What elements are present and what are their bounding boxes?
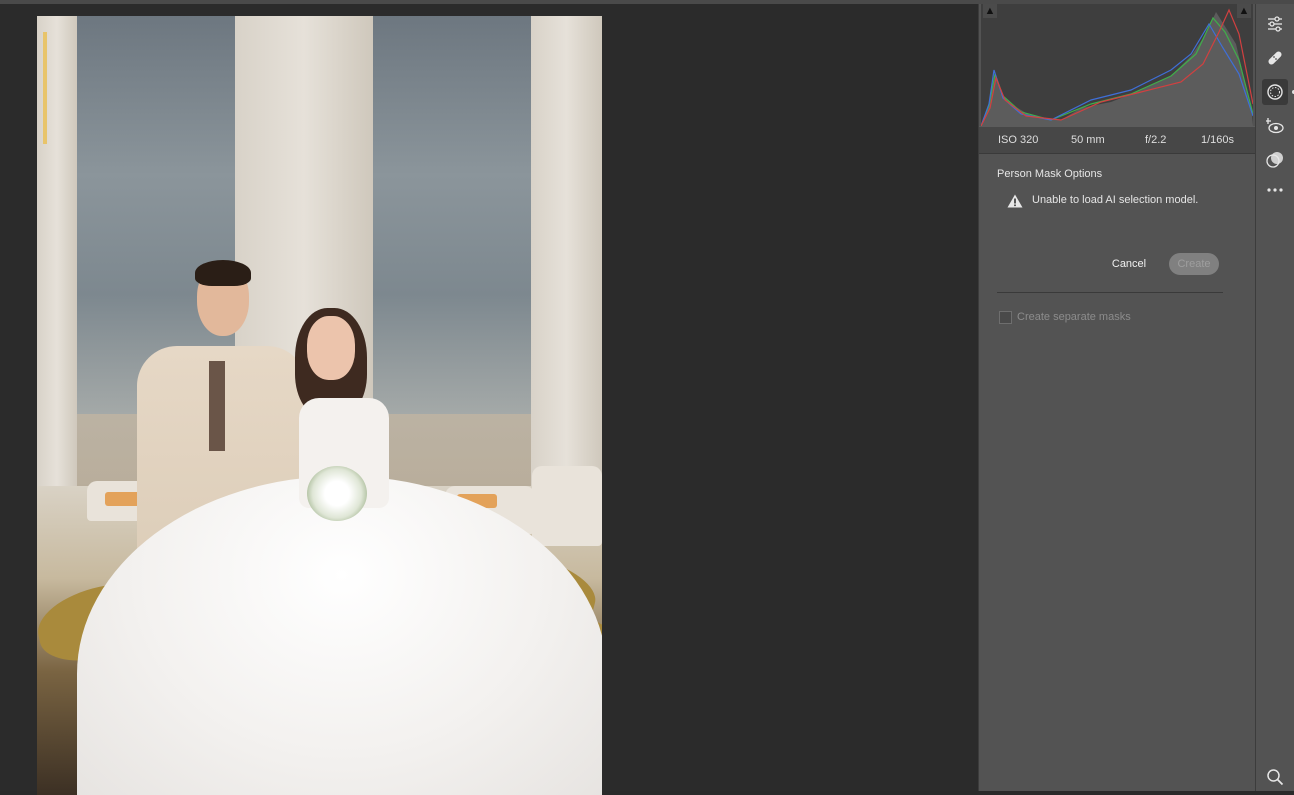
image-canvas[interactable]: [0, 4, 978, 795]
exif-bar: ISO 320 50 mm f/2.2 1/160s: [979, 126, 1255, 154]
more-icon: [1267, 188, 1283, 192]
photo-bride-face: [307, 316, 355, 380]
separate-masks-checkbox[interactable]: [999, 311, 1012, 324]
warning-message: Unable to load AI selection model.: [1032, 194, 1199, 206]
exif-focal-length: 50 mm: [1071, 134, 1105, 146]
edit-icon: [1268, 16, 1282, 32]
histogram-graph: [980, 8, 1254, 127]
red-eye-tool-button[interactable]: [1262, 113, 1288, 139]
exif-shutter: 1/160s: [1201, 134, 1235, 146]
shadow-clipping-icon[interactable]: ▲: [983, 4, 997, 18]
section-title: Person Mask Options: [997, 168, 1103, 180]
presets-tool-button[interactable]: [1262, 147, 1288, 173]
photo-preview[interactable]: [37, 16, 602, 795]
photo-cushion: [105, 492, 141, 506]
red-eye-icon: [1266, 118, 1284, 134]
exif-iso: ISO 320: [998, 134, 1039, 146]
photo-groom-tie: [209, 361, 225, 451]
highlight-clipping-icon[interactable]: ▲: [1237, 4, 1251, 18]
create-button[interactable]: Create: [1169, 253, 1219, 275]
separate-masks-label: Create separate masks: [1017, 311, 1131, 323]
photo-chair: [532, 466, 602, 546]
zoom-tool-button[interactable]: [1262, 764, 1288, 790]
more-tools-button[interactable]: [1262, 177, 1288, 203]
cancel-button[interactable]: Cancel: [1103, 254, 1155, 274]
divider: [997, 292, 1223, 293]
masking-tool-button[interactable]: [1262, 79, 1288, 105]
exif-aperture: f/2.2: [1145, 134, 1167, 146]
warning-icon: [1007, 194, 1023, 208]
photo-groom-hair: [195, 260, 251, 286]
photo-lamp: [43, 32, 47, 144]
photo-wall-panel: [373, 16, 531, 414]
histogram[interactable]: ▲ ▲: [980, 4, 1254, 127]
photo-pillar: [531, 16, 602, 486]
edit-tool-button[interactable]: [1262, 11, 1288, 37]
healing-tool-button[interactable]: [1262, 45, 1288, 71]
right-panel: ▲ ▲ ISO 320 50 mm f/2.2 1/160s Person Ma…: [978, 4, 1255, 791]
presets-icon: [1266, 152, 1283, 168]
tool-strip: [1255, 4, 1294, 791]
photo-bouquet: [307, 466, 367, 521]
zoom-icon: [1267, 769, 1284, 786]
healing-icon: [1268, 51, 1282, 65]
masking-icon: [1267, 84, 1283, 100]
